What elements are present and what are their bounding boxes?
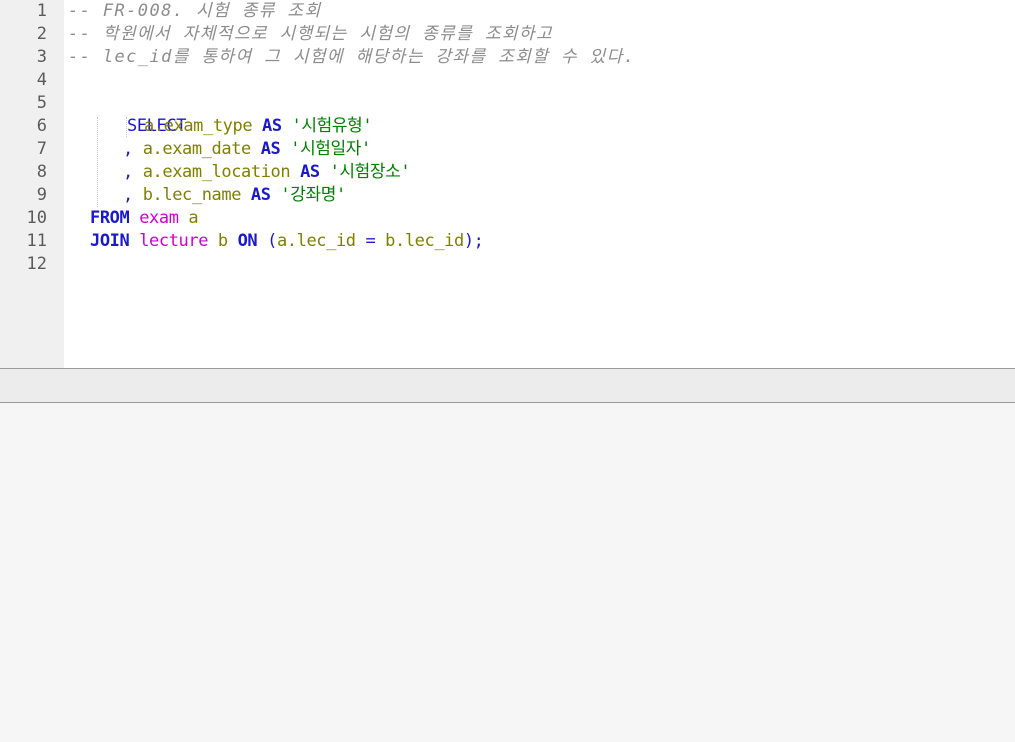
as-keyword: AS bbox=[262, 116, 282, 136]
as-keyword: AS bbox=[260, 139, 281, 159]
open-paren: ( bbox=[267, 231, 277, 251]
code-area[interactable]: -- FR-008. 시험 종류 조회 -- 학원에서 자체적으로 시행되는 시… bbox=[68, 0, 1015, 368]
string-literal: '강좌명' bbox=[280, 185, 346, 205]
table-name: exam bbox=[139, 208, 179, 228]
code-line: SELECT bbox=[68, 92, 186, 136]
comment-line: -- FR-008. 시험 종류 조회 bbox=[68, 1, 322, 21]
as-keyword: AS bbox=[250, 185, 271, 205]
comma: , bbox=[123, 162, 133, 182]
column-identifier: b.lec_id bbox=[385, 231, 464, 251]
table-alias: a bbox=[188, 208, 199, 228]
equals-operator: = bbox=[365, 231, 376, 251]
line-number: 4 bbox=[36, 70, 47, 90]
table-name: lecture bbox=[139, 231, 209, 251]
line-number: 9 bbox=[36, 185, 47, 205]
line-number: 1 bbox=[36, 1, 47, 21]
column-identifier: a.exam_type bbox=[144, 116, 253, 136]
as-keyword: AS bbox=[300, 162, 320, 182]
join-keyword: JOIN bbox=[90, 231, 130, 251]
code-line: FROM exam a bbox=[90, 207, 199, 230]
string-literal: '시험장소' bbox=[329, 162, 411, 182]
string-literal: '시험유형' bbox=[291, 116, 373, 136]
line-number: 10 bbox=[26, 208, 47, 228]
line-number: 11 bbox=[26, 231, 47, 251]
line-number: 5 bbox=[36, 93, 47, 113]
line-number-gutter: 1 2 3 4 5 6 7 8 9 10 11 12 bbox=[0, 0, 64, 368]
line-number: 2 bbox=[36, 24, 47, 44]
line-number: 12 bbox=[26, 254, 47, 274]
on-keyword: ON bbox=[237, 231, 258, 251]
string-literal: '시험일자' bbox=[290, 139, 371, 159]
sql-editor[interactable]: 1 2 3 4 5 6 7 8 9 10 11 12 -- FR-008. 시험… bbox=[0, 0, 1015, 368]
line-number: 7 bbox=[36, 139, 47, 159]
code-line: , b.lec_name AS '강좌명' bbox=[123, 184, 346, 207]
line-number: 8 bbox=[36, 162, 47, 182]
line-number: 3 bbox=[36, 47, 47, 67]
pane-splitter[interactable] bbox=[0, 368, 1015, 403]
result-pane[interactable] bbox=[0, 403, 1015, 742]
column-identifier: a.lec_id bbox=[276, 231, 356, 251]
code-line: , a.exam_location AS '시험장소' bbox=[123, 161, 411, 184]
comment-line: -- lec_id를 통하여 그 시험에 해당하는 강좌를 조회할 수 있다. bbox=[68, 47, 636, 67]
comment-line: -- 학원에서 자체적으로 시행되는 시험의 종류를 조회하고 bbox=[68, 24, 553, 44]
line-number: 6 bbox=[36, 116, 47, 136]
code-line: a.exam_type AS '시험유형' bbox=[144, 115, 373, 138]
comma: , bbox=[123, 185, 133, 205]
comma: , bbox=[123, 139, 133, 159]
column-identifier: b.lec_name bbox=[142, 185, 242, 205]
column-identifier: a.exam_location bbox=[142, 162, 291, 182]
table-alias: b bbox=[217, 231, 228, 251]
code-line: , a.exam_date AS '시험일자' bbox=[123, 138, 371, 161]
close-paren-semicolon: ); bbox=[463, 231, 484, 251]
column-identifier: a.exam_date bbox=[142, 139, 252, 159]
from-keyword: FROM bbox=[90, 208, 130, 228]
code-line: JOIN lecture b ON (a.lec_id = b.lec_id); bbox=[90, 230, 484, 253]
